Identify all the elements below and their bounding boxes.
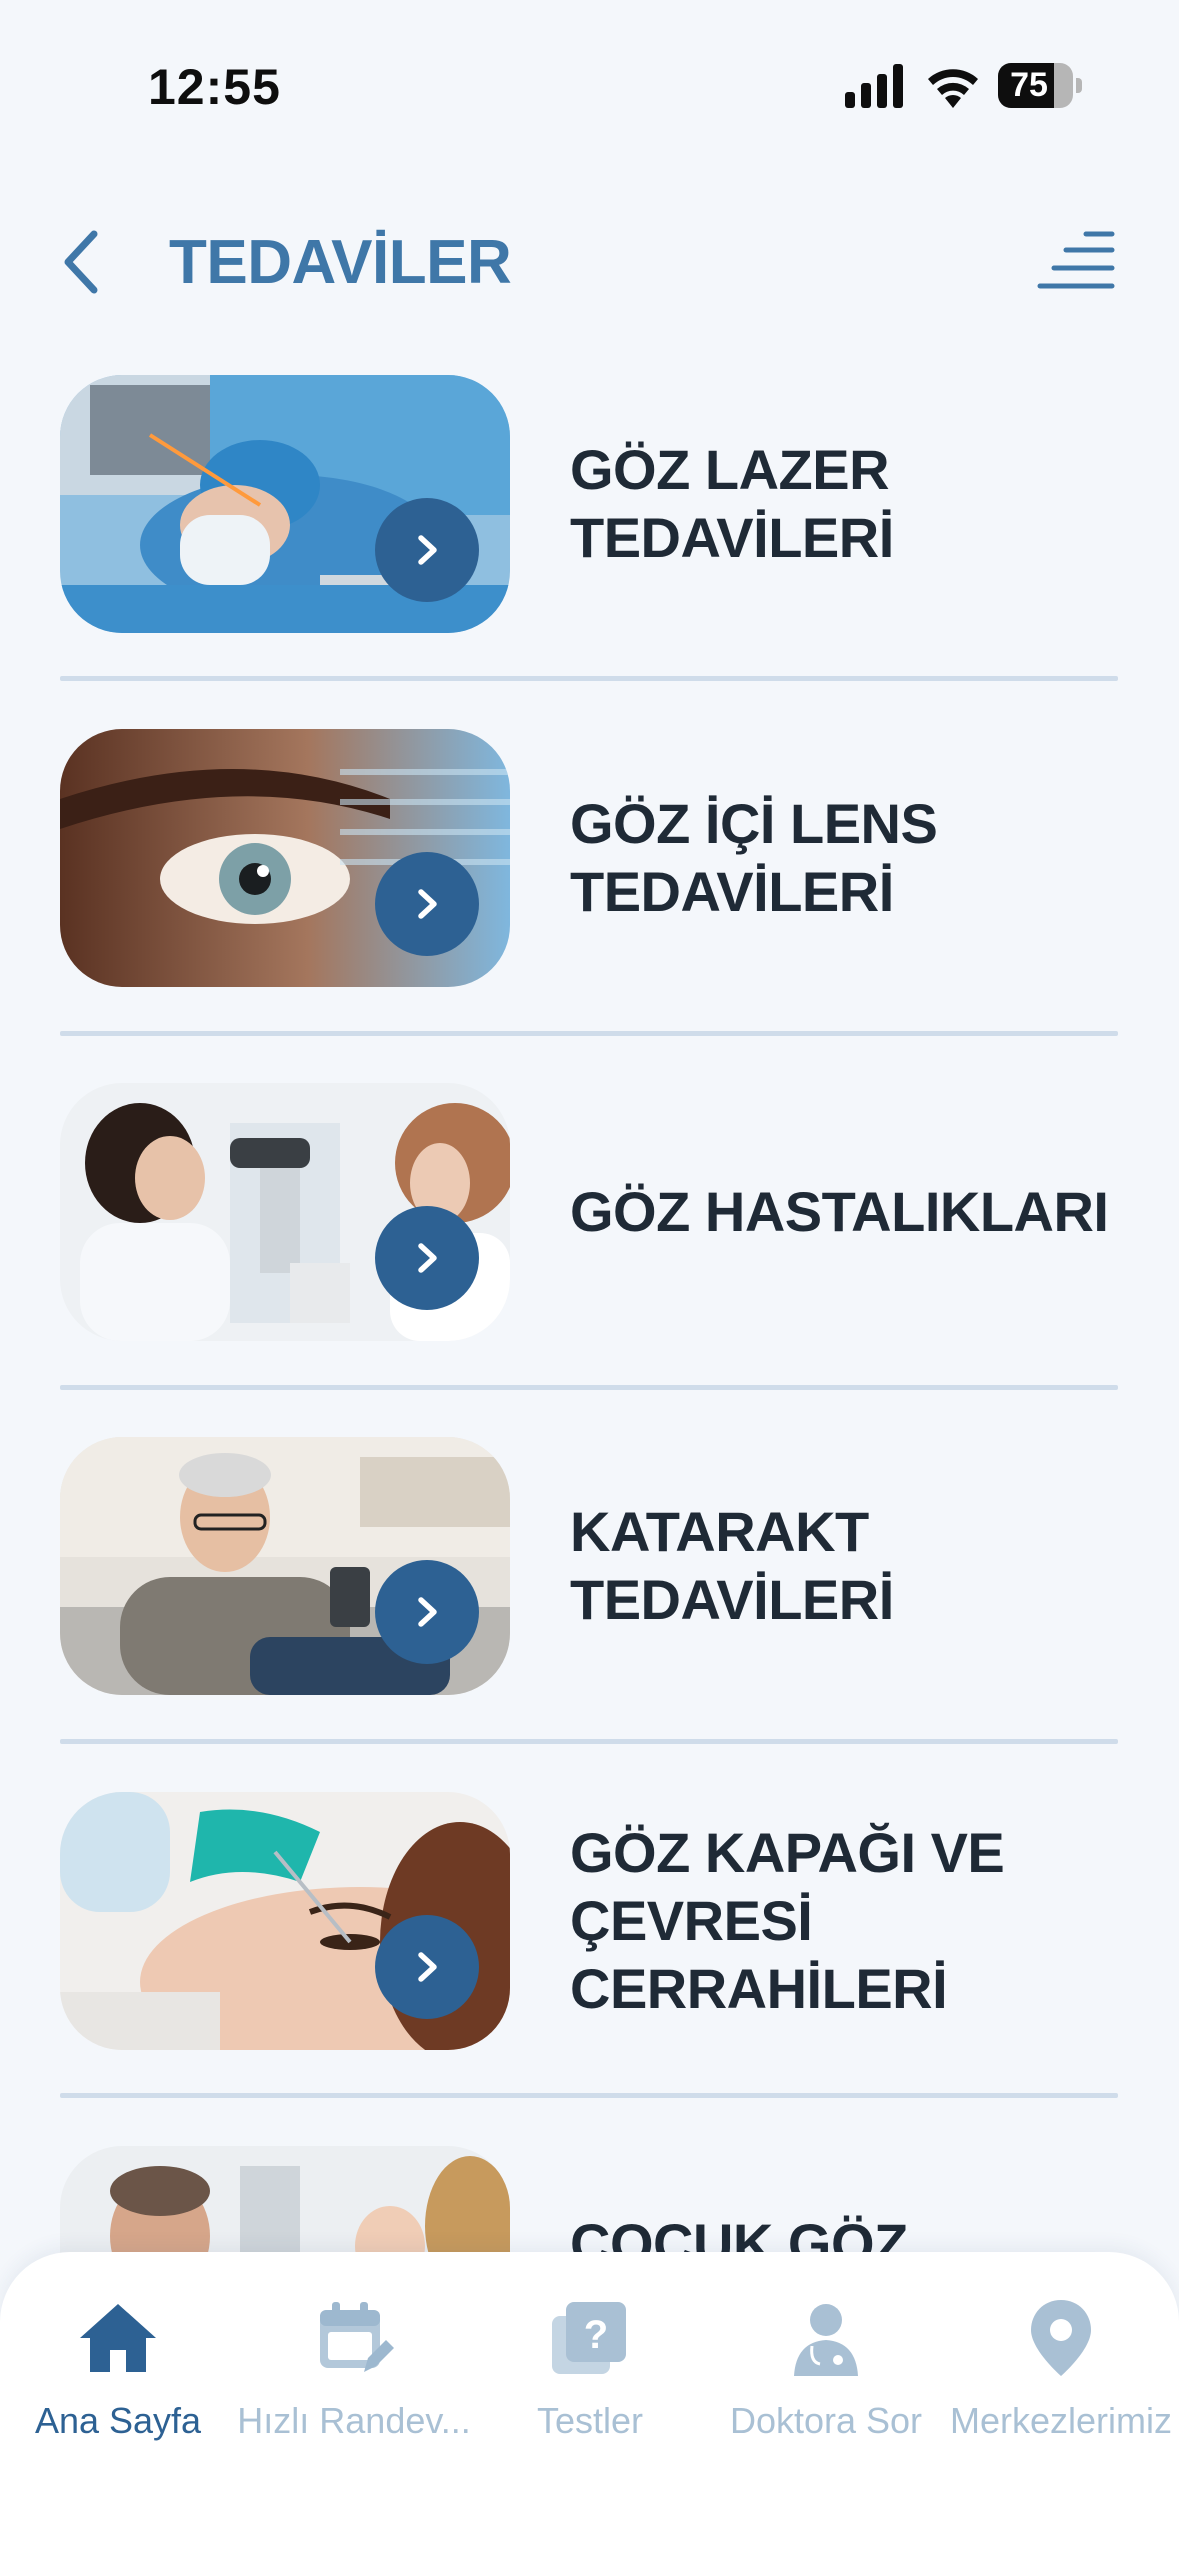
chevron-right-icon: [375, 1206, 479, 1310]
treatment-label: GÖZ KAPAĞI VE ÇEVRESİ CERRAHİLERİ: [570, 1821, 1005, 2020]
tab-label: Merkezlerimiz: [949, 2400, 1172, 2441]
treatment-label: GÖZ HASTALIKLARI: [570, 1180, 1109, 1243]
divider: [60, 1385, 1118, 1390]
battery-icon: 75: [998, 63, 1083, 108]
treatment-item-katarakt[interactable]: KATARAKT TEDAVİLERİ: [60, 1437, 1118, 1695]
treatment-label: GÖZ İÇİ LENS TEDAVİLERİ: [570, 792, 938, 923]
tab-bar: Ana Sayfa Hızlı Randev... ? Testler Dokt…: [0, 2252, 1179, 2556]
divider: [60, 1031, 1118, 1036]
battery-level: 75: [1010, 66, 1048, 104]
tab-testler[interactable]: ? Testler: [472, 2296, 708, 2446]
treatment-item-goz-hastaliklari[interactable]: GÖZ HASTALIKLARI: [60, 1083, 1118, 1341]
treatment-image-elderly-man: [60, 1437, 510, 1695]
divider: [60, 1739, 1118, 1744]
location-pin-icon: [1031, 2300, 1091, 2376]
divider: [60, 2093, 1118, 2098]
page-title: TEDAVİLER: [169, 228, 512, 297]
svg-text:?: ?: [584, 2313, 608, 2357]
divider: [60, 676, 1118, 681]
treatment-item-goz-lazer[interactable]: GÖZ LAZER TEDAVİLERİ: [60, 375, 1118, 633]
treatment-item-goz-kapagi[interactable]: GÖZ KAPAĞI VE ÇEVRESİ CERRAHİLERİ: [60, 1792, 1118, 2050]
tab-ana-sayfa[interactable]: Ana Sayfa: [0, 2296, 236, 2446]
home-icon: [80, 2304, 156, 2372]
status-time: 12:55: [148, 59, 281, 115]
treatment-label: KATARAKT TEDAVİLERİ: [570, 1500, 894, 1631]
calendar-edit-icon: [320, 2302, 394, 2372]
chevron-right-icon: [375, 852, 479, 956]
tab-doktora-sor[interactable]: Doktora Sor: [708, 2296, 944, 2446]
chevron-right-icon: [375, 1560, 479, 1664]
wifi-icon: [928, 69, 978, 108]
tab-label: Doktora Sor: [729, 2400, 923, 2441]
treatment-image-eye-exam: [60, 1083, 510, 1341]
question-icon: ?: [552, 2302, 626, 2374]
treatment-image-laser-surgery: [60, 375, 510, 633]
tab-hizli-randevu[interactable]: Hızlı Randev...: [236, 2296, 472, 2446]
menu-icon[interactable]: [1036, 228, 1116, 294]
status-bar: 12:55 75: [0, 0, 1179, 175]
tab-label: Hızlı Randev...: [237, 2400, 471, 2441]
back-icon[interactable]: [52, 222, 112, 302]
signal-icon: [845, 64, 903, 108]
doctor-icon: [794, 2304, 858, 2376]
chevron-right-icon: [375, 498, 479, 602]
treatment-item-goz-ici-lens[interactable]: GÖZ İÇİ LENS TEDAVİLERİ: [60, 729, 1118, 987]
treatment-image-eyelid-surgery: [60, 1792, 510, 2050]
treatment-image-eye-closeup: [60, 729, 510, 987]
treatment-label: GÖZ LAZER TEDAVİLERİ: [570, 438, 894, 569]
tab-label: Ana Sayfa: [34, 2400, 202, 2441]
tab-label: Testler: [536, 2400, 644, 2441]
chevron-right-icon: [375, 1915, 479, 2019]
tab-merkezlerimiz[interactable]: Merkezlerimiz: [943, 2296, 1179, 2446]
